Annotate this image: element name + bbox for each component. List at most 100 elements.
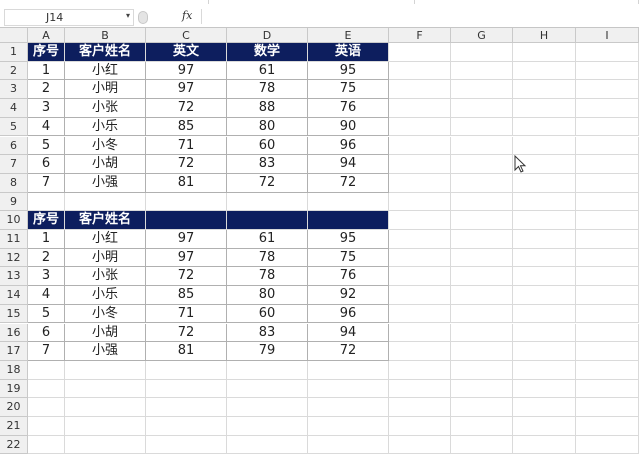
cell[interactable] (28, 398, 65, 417)
row-header-18[interactable]: 18 (0, 360, 28, 380)
cell[interactable] (451, 342, 513, 361)
table2-data-cell[interactable]: 72 (146, 267, 227, 287)
row-header-1[interactable]: 1 (0, 43, 28, 62)
table1-data-cell[interactable]: 85 (146, 117, 227, 137)
row-header-13[interactable]: 13 (0, 267, 28, 287)
cell[interactable] (65, 360, 146, 380)
cell[interactable] (576, 323, 639, 343)
cell[interactable] (576, 267, 639, 287)
table2-data-cell[interactable]: 97 (146, 230, 227, 249)
table1-data-cell[interactable]: 小张 (65, 99, 146, 118)
cell[interactable] (389, 398, 451, 417)
cell[interactable] (576, 80, 639, 100)
table2-data-cell[interactable]: 61 (227, 230, 308, 249)
cell[interactable] (389, 80, 451, 100)
cell[interactable] (389, 192, 451, 212)
row-header-14[interactable]: 14 (0, 286, 28, 305)
column-header-i[interactable]: I (576, 28, 639, 43)
row-header-22[interactable]: 22 (0, 435, 28, 454)
cell[interactable] (308, 398, 389, 417)
row-header-2[interactable]: 2 (0, 61, 28, 81)
cell[interactable] (389, 342, 451, 361)
cell[interactable] (389, 173, 451, 193)
table2-data-cell[interactable]: 小红 (65, 230, 146, 249)
cell[interactable] (146, 398, 227, 417)
cell[interactable] (513, 117, 576, 137)
cell[interactable] (576, 99, 639, 118)
cell[interactable] (28, 192, 65, 212)
row-header-15[interactable]: 15 (0, 304, 28, 324)
table1-data-cell[interactable]: 小冬 (65, 136, 146, 156)
cell[interactable] (451, 99, 513, 118)
cell[interactable] (227, 192, 308, 212)
cell[interactable] (576, 155, 639, 174)
formula-input[interactable] (201, 9, 639, 24)
cell[interactable] (576, 192, 639, 212)
table2-data-cell[interactable]: 83 (227, 323, 308, 343)
table2-data-cell[interactable]: 92 (308, 286, 389, 305)
row-header-20[interactable]: 20 (0, 398, 28, 417)
table1-data-cell[interactable]: 7 (28, 173, 65, 193)
cell[interactable] (146, 435, 227, 454)
cell[interactable] (513, 61, 576, 81)
cell[interactable] (451, 248, 513, 268)
cell[interactable] (146, 360, 227, 380)
table1-header-cell[interactable]: 数学 (227, 43, 308, 62)
cell[interactable] (308, 435, 389, 454)
table1-data-cell[interactable]: 75 (308, 80, 389, 100)
cell[interactable] (576, 417, 639, 436)
table1-header-cell[interactable]: 英文 (146, 43, 227, 62)
cell[interactable] (451, 417, 513, 436)
cell[interactable] (513, 342, 576, 361)
table1-data-cell[interactable]: 6 (28, 155, 65, 174)
table2-data-cell[interactable]: 小明 (65, 248, 146, 268)
cell[interactable] (513, 248, 576, 268)
table2-header-cell[interactable]: 客户姓名 (65, 211, 146, 230)
cell[interactable] (451, 61, 513, 81)
table2-data-cell[interactable]: 小强 (65, 342, 146, 361)
table1-data-cell[interactable]: 2 (28, 80, 65, 100)
table2-data-cell[interactable]: 1 (28, 230, 65, 249)
cell[interactable] (28, 379, 65, 399)
table2-header-cell[interactable]: 序号 (28, 211, 65, 230)
cell[interactable] (513, 211, 576, 230)
cell[interactable] (227, 360, 308, 380)
row-header-11[interactable]: 11 (0, 230, 28, 249)
cell[interactable] (513, 323, 576, 343)
cell[interactable] (389, 43, 451, 62)
cell[interactable] (146, 417, 227, 436)
cell[interactable] (389, 155, 451, 174)
cell[interactable] (389, 99, 451, 118)
row-header-6[interactable]: 6 (0, 136, 28, 156)
table2-data-cell[interactable]: 79 (227, 342, 308, 361)
cell[interactable] (451, 398, 513, 417)
select-all-corner[interactable] (0, 28, 28, 43)
table2-data-cell[interactable]: 97 (146, 248, 227, 268)
cell[interactable] (513, 230, 576, 249)
cell[interactable] (389, 360, 451, 380)
cell[interactable] (389, 136, 451, 156)
cell[interactable] (451, 117, 513, 137)
table2-data-cell[interactable]: 2 (28, 248, 65, 268)
table1-data-cell[interactable]: 90 (308, 117, 389, 137)
column-header-c[interactable]: C (146, 28, 227, 43)
cell[interactable] (28, 435, 65, 454)
row-header-4[interactable]: 4 (0, 99, 28, 118)
cell[interactable] (513, 80, 576, 100)
column-header-h[interactable]: H (513, 28, 576, 43)
column-header-d[interactable]: D (227, 28, 308, 43)
table1-data-cell[interactable]: 小红 (65, 61, 146, 81)
cell[interactable] (576, 342, 639, 361)
table1-data-cell[interactable]: 4 (28, 117, 65, 137)
cell[interactable] (389, 417, 451, 436)
cell[interactable] (451, 267, 513, 287)
name-box[interactable]: J14 ▾ (4, 9, 134, 26)
table2-data-cell[interactable]: 5 (28, 304, 65, 324)
table2-data-cell[interactable]: 71 (146, 304, 227, 324)
row-header-3[interactable]: 3 (0, 80, 28, 100)
table2-data-cell[interactable]: 小张 (65, 267, 146, 287)
cell[interactable] (576, 304, 639, 324)
table1-data-cell[interactable]: 71 (146, 136, 227, 156)
cell[interactable] (513, 398, 576, 417)
table2-data-cell[interactable]: 3 (28, 267, 65, 287)
